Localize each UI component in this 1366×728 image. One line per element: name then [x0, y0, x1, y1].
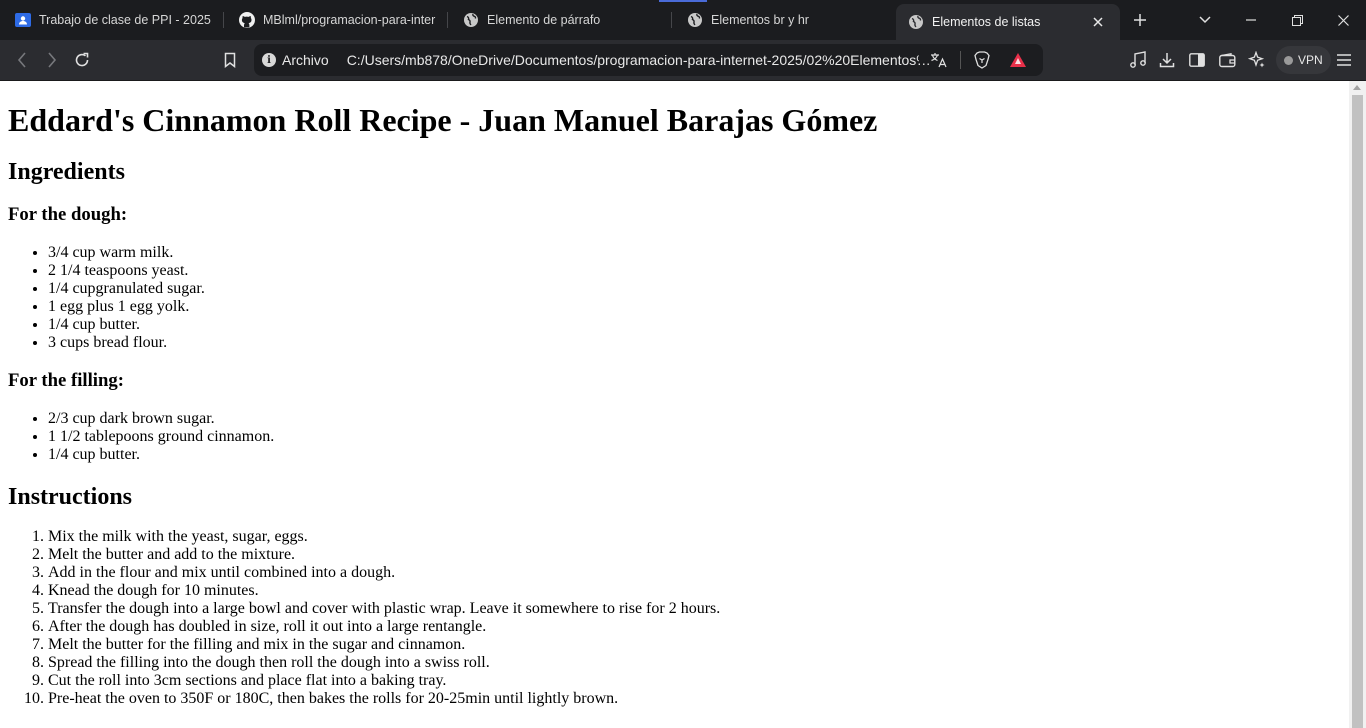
instruction-step: Melt the butter for the filling and mix …	[48, 636, 1341, 654]
bookmark-button[interactable]	[215, 45, 245, 75]
instruction-step: After the dough has doubled in size, rol…	[48, 618, 1341, 636]
restore-button[interactable]	[1274, 0, 1320, 40]
close-tab-icon[interactable]	[1088, 12, 1108, 32]
address-bar-actions	[924, 44, 1033, 76]
translate-button[interactable]	[924, 45, 954, 75]
scheme-label: Archivo	[282, 52, 329, 68]
instructions-heading: Instructions	[8, 484, 133, 510]
list-item: 1 egg plus 1 egg yolk.	[48, 298, 1341, 316]
sidebar-icon	[1189, 53, 1205, 67]
brave-rewards-button[interactable]	[1003, 45, 1033, 75]
wallet-button[interactable]	[1212, 45, 1242, 75]
sparkle-icon	[1248, 51, 1265, 68]
list-item: 1/4 cup butter.	[48, 446, 1341, 464]
tab-br-hr[interactable]: Elementos br y hr	[672, 0, 896, 40]
leo-ai-button[interactable]	[1242, 45, 1272, 75]
vpn-button[interactable]: VPN	[1276, 46, 1331, 74]
classroom-icon	[15, 12, 31, 28]
list-item: 1/4 cupgranulated sugar.	[48, 280, 1341, 298]
arrow-right-icon	[48, 52, 57, 68]
minimize-icon	[1246, 19, 1256, 21]
reload-button[interactable]	[67, 45, 97, 75]
translate-icon	[931, 53, 947, 68]
dough-heading: For the dough:	[8, 204, 128, 225]
page-content: Eddard's Cinnamon Roll Recipe - Juan Man…	[0, 81, 1349, 728]
close-icon	[1337, 14, 1349, 26]
tab-title: Elementos de listas	[932, 15, 1041, 29]
bookmark-icon	[224, 52, 236, 68]
instruction-step: Pre-heat the oven to 350F or 180C, then …	[48, 690, 1341, 708]
filling-heading: For the filling:	[8, 370, 124, 391]
list-item: 3/4 cup warm milk.	[48, 244, 1341, 262]
list-item: 2/3 cup dark brown sugar.	[48, 410, 1341, 428]
globe-icon	[687, 12, 703, 28]
instruction-step: Mix the milk with the yeast, sugar, eggs…	[48, 528, 1341, 546]
github-icon	[239, 12, 255, 28]
instruction-step: Spread the filling into the dough then r…	[48, 654, 1341, 672]
divider	[960, 51, 961, 69]
url-text[interactable]: C:/Users/mb878/OneDrive/Documentos/progr…	[347, 52, 919, 68]
new-tab-button[interactable]	[1120, 0, 1160, 40]
site-info-icon[interactable]: i	[262, 53, 276, 67]
instructions-list: Mix the milk with the yeast, sugar, eggs…	[8, 528, 1341, 708]
vertical-scrollbar[interactable]	[1349, 81, 1366, 728]
restore-icon	[1291, 14, 1303, 26]
vpn-label: VPN	[1298, 53, 1323, 67]
ingredients-heading: Ingredients	[8, 159, 125, 185]
sidebar-button[interactable]	[1182, 45, 1212, 75]
arrow-left-icon	[17, 52, 26, 68]
close-window-button[interactable]	[1320, 0, 1366, 40]
instruction-step: Add in the flour and mix until combined …	[48, 564, 1341, 582]
plus-icon	[1134, 14, 1146, 26]
globe-icon	[463, 12, 479, 28]
back-button[interactable]	[7, 45, 37, 75]
chevron-down-icon	[1199, 16, 1211, 24]
scrollbar-thumb[interactable]	[1352, 95, 1363, 728]
main-menu-button[interactable]	[1329, 45, 1359, 75]
vpn-status-icon	[1284, 55, 1293, 65]
tab-title: Trabajo de clase de PPI - 2025 B De	[39, 13, 212, 27]
filling-list: 2/3 cup dark brown sugar. 1 1/2 tablepoo…	[8, 410, 1341, 464]
dough-list: 3/4 cup warm milk. 2 1/4 teaspoons yeast…	[8, 244, 1341, 352]
media-button[interactable]	[1123, 45, 1153, 75]
downloads-button[interactable]	[1152, 45, 1182, 75]
tab-github[interactable]: MBlml/programacion-para-internet	[224, 0, 448, 40]
tab-classroom[interactable]: Trabajo de clase de PPI - 2025 B De	[0, 0, 224, 40]
music-note-icon	[1130, 51, 1146, 68]
list-item: 1/4 cup butter.	[48, 316, 1341, 334]
hamburger-menu-icon	[1337, 54, 1351, 66]
scroll-up-arrow-icon[interactable]	[1353, 85, 1361, 90]
wallet-icon	[1218, 52, 1236, 67]
list-item: 1 1/2 tablepoons ground cinnamon.	[48, 428, 1341, 446]
tab-title: MBlml/programacion-para-internet	[263, 13, 436, 27]
address-bar[interactable]: i Archivo C:/Users/mb878/OneDrive/Docume…	[254, 44, 1043, 76]
reload-icon	[75, 52, 89, 67]
list-item: 2 1/4 teaspoons yeast.	[48, 262, 1341, 280]
tab-title: Elementos br y hr	[711, 13, 809, 27]
forward-button[interactable]	[37, 45, 67, 75]
instruction-step: Cut the roll into 3cm sections and place…	[48, 672, 1341, 690]
tab-listas[interactable]: Elementos de listas	[896, 4, 1120, 40]
browser-toolbar: i Archivo C:/Users/mb878/OneDrive/Docume…	[0, 40, 1366, 81]
brave-rewards-icon	[1010, 53, 1026, 67]
instruction-step: Melt the butter and add to the mixture.	[48, 546, 1341, 564]
brave-shields-button[interactable]	[967, 45, 997, 75]
minimize-button[interactable]	[1228, 0, 1274, 40]
tabstrip-spacer	[1160, 0, 1182, 40]
page-title: Eddard's Cinnamon Roll Recipe - Juan Man…	[8, 102, 878, 138]
globe-icon	[908, 14, 924, 30]
tab-search-button[interactable]	[1182, 0, 1228, 40]
download-icon	[1159, 53, 1175, 68]
tab-parrafo[interactable]: Elemento de párrafo	[448, 0, 672, 40]
instruction-step: Knead the dough for 10 minutes.	[48, 582, 1341, 600]
list-item: 3 cups bread flour.	[48, 334, 1341, 352]
brave-lion-icon	[974, 51, 990, 69]
tab-title: Elemento de párrafo	[487, 13, 601, 27]
instruction-step: Transfer the dough into a large bowl and…	[48, 600, 1341, 618]
tab-strip: Trabajo de clase de PPI - 2025 B De MBlm…	[0, 0, 1366, 40]
